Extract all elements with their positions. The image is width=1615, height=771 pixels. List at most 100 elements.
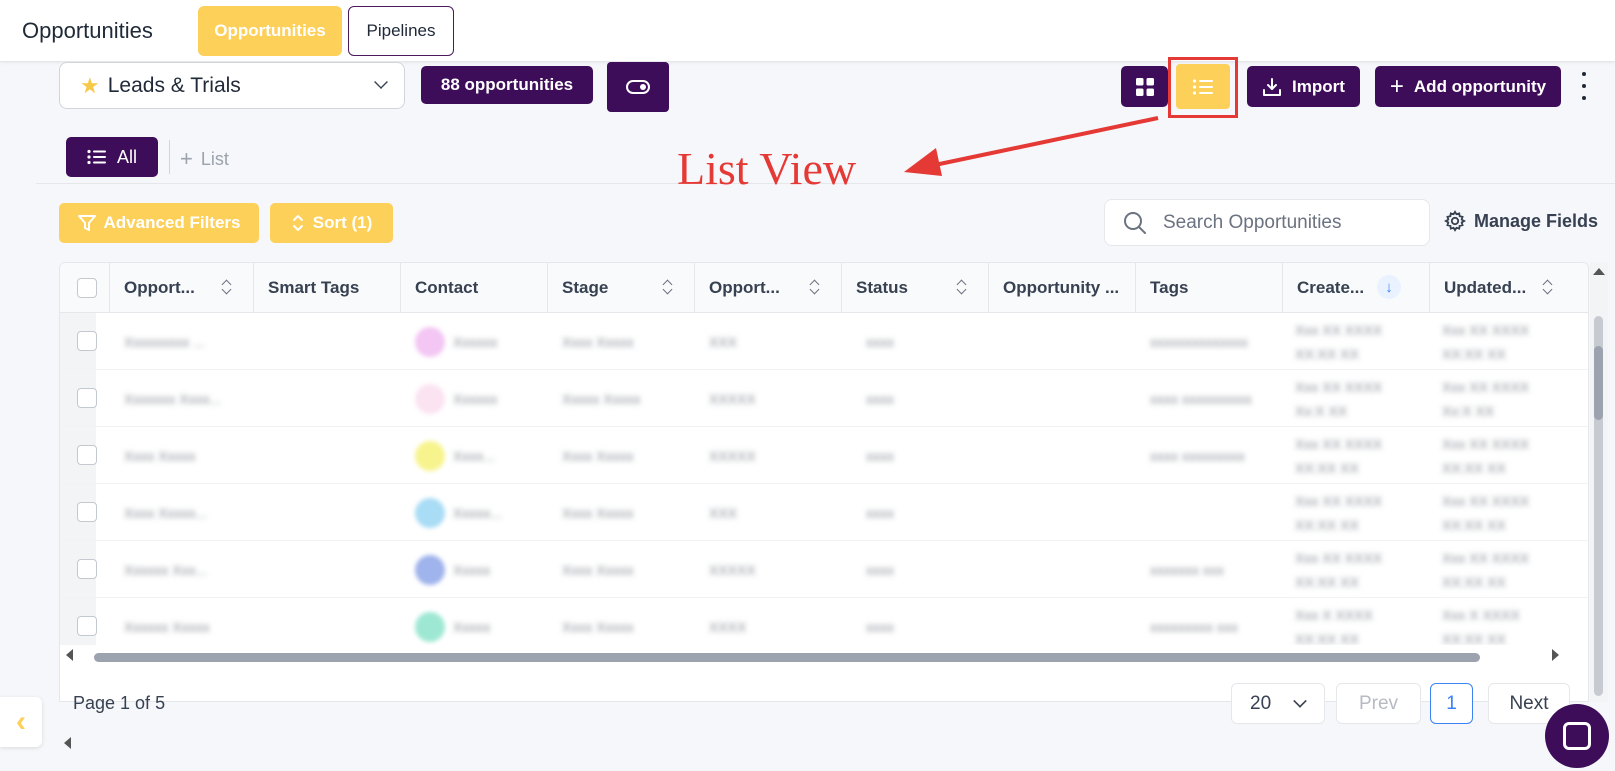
- divider: [169, 140, 170, 174]
- header-select-cell: [60, 263, 110, 313]
- cell-status: xxxx: [866, 390, 894, 407]
- add-list-button[interactable]: + List: [180, 146, 229, 172]
- grid-view-button[interactable]: [1121, 66, 1168, 107]
- more-options-icon[interactable]: [1578, 72, 1590, 100]
- add-opportunity-button[interactable]: + Add opportunity: [1375, 66, 1561, 107]
- list-view-button[interactable]: [1176, 64, 1230, 109]
- scroll-right-icon[interactable]: [1552, 649, 1559, 661]
- row-checkbox[interactable]: [77, 445, 97, 465]
- scrollbar-thumb[interactable]: [94, 653, 1480, 662]
- cell-updated: Xxx XX XXXX Xx:X XX: [1442, 378, 1530, 419]
- sort-icon[interactable]: [956, 279, 966, 295]
- cell-created: Xxx XX XXXX XX:XX XX: [1295, 549, 1383, 590]
- column-header-tags[interactable]: Tags: [1136, 263, 1283, 313]
- cell-contact[interactable]: Xxxxxx: [415, 370, 548, 427]
- toggle-button[interactable]: [607, 62, 669, 112]
- cell-stage: Xxxxx Xxxxx: [562, 390, 641, 407]
- search-icon: [1124, 211, 1146, 234]
- column-header-opportunity-source[interactable]: Opportunity ...: [989, 263, 1136, 313]
- sort-icon[interactable]: [1542, 279, 1552, 295]
- advanced-filters-button[interactable]: Advanced Filters: [59, 203, 259, 243]
- table-row[interactable]: Xxxxxxx Xxxx... Xxxxxx Xxxxx Xxxxx XXXXX xxx…: [60, 370, 1588, 427]
- search-input-container[interactable]: [1104, 199, 1430, 246]
- cell-opportunity-name: Xxxx Xxxxx...: [124, 504, 208, 521]
- column-header-contact[interactable]: Contact: [401, 263, 548, 313]
- horizontal-scrollbar[interactable]: [60, 645, 1588, 667]
- sort-icon: [292, 215, 303, 231]
- scrollbar-thumb[interactable]: [1594, 346, 1603, 420]
- cell-contact[interactable]: Xxxxx: [415, 541, 548, 598]
- column-header-updated[interactable]: Updated...: [1430, 263, 1588, 313]
- pipeline-select[interactable]: ★ Leads & Trials: [59, 62, 405, 109]
- column-header-created[interactable]: Create... ↓: [1283, 263, 1430, 313]
- row-checkbox[interactable]: [77, 616, 97, 636]
- vertical-scrollbar[interactable]: [1590, 262, 1608, 702]
- download-icon: [1263, 77, 1282, 96]
- import-label: Import: [1292, 76, 1345, 96]
- sort-icon[interactable]: [662, 279, 672, 295]
- row-checkbox[interactable]: [77, 388, 97, 408]
- cell-contact[interactable]: Xxxxxx: [415, 313, 548, 370]
- sidebar-toggle-button[interactable]: ‹: [0, 697, 42, 747]
- table-row[interactable]: Xxxx Xxxxx... Xxxxx... Xxxx Xxxxx XXX xxxx Xx…: [60, 484, 1588, 541]
- sort-icon[interactable]: [809, 279, 819, 295]
- search-input[interactable]: [1163, 211, 1403, 234]
- cell-contact[interactable]: Xxxxx...: [415, 484, 548, 541]
- list-tab-all[interactable]: All: [66, 137, 158, 177]
- scroll-left-icon[interactable]: [64, 737, 71, 749]
- table-header: Opport... Smart Tags Contact Stage Oppor…: [60, 263, 1588, 313]
- cell-updated: Xxx XX XXXX XX:XX XX: [1442, 492, 1530, 533]
- cell-stage: Xxxx Xxxxx: [562, 561, 634, 578]
- sort-button[interactable]: Sort (1): [270, 203, 393, 243]
- column-header-opportunity-name[interactable]: Opport...: [110, 263, 254, 313]
- table-row[interactable]: Xxxxxxxxx ... Xxxxxx Xxxx Xxxxx XXX xxxx xxxx…: [60, 313, 1588, 370]
- tab-opportunities[interactable]: Opportunities: [198, 6, 342, 56]
- cell-created: Xxx XX XXXX XX:XX XX: [1295, 435, 1383, 476]
- page-number-button[interactable]: 1: [1430, 683, 1473, 724]
- row-checkbox[interactable]: [77, 502, 97, 522]
- avatar: [415, 497, 445, 528]
- list-tab-all-label: All: [116, 146, 137, 167]
- plus-icon: +: [1389, 72, 1404, 100]
- table-row[interactable]: Xxxx Xxxxx Xxxx... Xxxx Xxxxx XXXXX xxxx xxxx…: [60, 427, 1588, 484]
- sort-icon[interactable]: [221, 279, 231, 295]
- add-opportunity-label: Add opportunity: [1413, 76, 1547, 96]
- cell-opportunity-value: XXXXX: [709, 561, 756, 578]
- cell-contact[interactable]: Xxxx...: [415, 427, 548, 484]
- column-header-smart-tags[interactable]: Smart Tags: [254, 263, 401, 313]
- annotation-label: List View: [677, 143, 857, 194]
- chat-widget-button[interactable]: [1545, 704, 1609, 768]
- column-header-opportunity-value[interactable]: Opport...: [695, 263, 842, 313]
- import-button[interactable]: Import: [1247, 66, 1360, 107]
- prev-page-button[interactable]: Prev: [1336, 683, 1421, 724]
- row-checkbox[interactable]: [77, 331, 97, 351]
- cell-updated: Xxx XX XXXX XX:XX XX: [1442, 321, 1530, 362]
- table-row[interactable]: Xxxxxx Xxx... Xxxxx Xxxx Xxxxx XXXXX xxxx xxx…: [60, 541, 1588, 598]
- scroll-left-icon[interactable]: [66, 649, 73, 661]
- toggle-icon: [626, 80, 650, 94]
- plus-icon: +: [180, 146, 193, 171]
- avatar: [415, 611, 445, 642]
- annotation-arrow: [904, 116, 1159, 176]
- cell-opportunity-name: Xxxx Xxxxx: [124, 447, 196, 464]
- cell-status: xxxx: [866, 447, 894, 464]
- cell-updated: Xxx XX XXXX XX:XX XX: [1442, 435, 1530, 476]
- scroll-up-icon[interactable]: [1593, 268, 1605, 275]
- manage-fields-button[interactable]: Manage Fields: [1444, 210, 1598, 232]
- column-header-stage[interactable]: Stage: [548, 263, 695, 313]
- manage-fields-label: Manage Fields: [1474, 210, 1599, 231]
- cell-status: xxxx: [866, 333, 894, 350]
- sort-label: Sort (1): [312, 213, 373, 232]
- cell-tags: xxxxxxxxxxxxxx: [1150, 333, 1248, 350]
- add-list-label: List: [200, 148, 229, 169]
- cell-created: Xxx XX XXXX Xx:X XX: [1295, 378, 1383, 419]
- per-page-select[interactable]: 20: [1231, 683, 1325, 724]
- cell-opportunity-value: XXXXX: [709, 390, 756, 407]
- column-header-status[interactable]: Status: [842, 263, 989, 313]
- grid-icon: [1135, 77, 1154, 96]
- arrow-down-icon[interactable]: ↓: [1377, 275, 1401, 299]
- cell-opportunity-name: Xxxxxx Xxx...: [124, 561, 208, 578]
- row-checkbox[interactable]: [77, 559, 97, 579]
- tab-pipelines[interactable]: Pipelines: [348, 6, 454, 56]
- select-all-checkbox[interactable]: [77, 278, 97, 298]
